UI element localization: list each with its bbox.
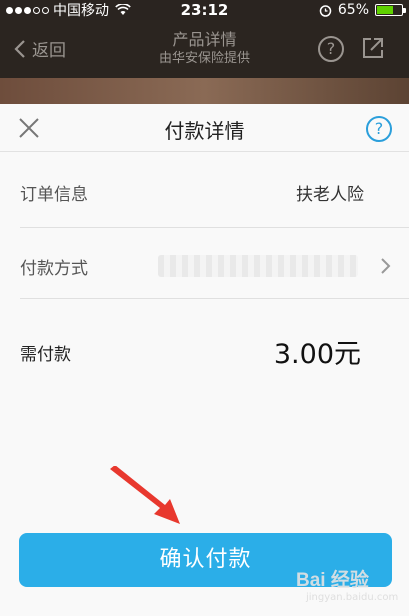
payment-method-label: 付款方式 (20, 259, 88, 279)
signal-strength-icon (6, 6, 49, 14)
wifi-icon (115, 4, 131, 15)
page-title: 产品详情 (172, 30, 237, 49)
nav-bar: 返回 产品详情 由华安保险提供 ? (0, 20, 409, 78)
share-icon[interactable] (361, 36, 385, 60)
alarm-icon (319, 4, 332, 17)
baidu-jingyan-watermark: Bai 经验 jingyan.baidu.com (296, 558, 406, 610)
sheet-title: 付款详情 (164, 119, 245, 143)
watermark-url: jingyan.baidu.com (306, 592, 399, 603)
amount-due-label: 需付款 (20, 345, 71, 365)
order-info-label: 订单信息 (20, 185, 88, 205)
payment-method-value-masked (158, 255, 358, 277)
carrier-name: 中国移动 (53, 3, 109, 19)
amount-due-value: 3.00元 (273, 339, 361, 370)
payment-details-sheet: 付款详情 ? 订单信息 扶老人险 付款方式 需付款 3.00元 确认付款 (0, 104, 409, 616)
battery-icon (375, 4, 406, 16)
help-icon[interactable]: ? (366, 116, 392, 142)
battery-percent: 65% (337, 2, 369, 18)
divider (20, 298, 409, 299)
nav-title-block: 产品详情 由华安保险提供 (0, 30, 409, 68)
product-banner (0, 78, 409, 104)
sheet-header: 付款详情 ? (0, 104, 409, 152)
red-arrow-annotation (110, 466, 180, 524)
help-icon[interactable]: ? (318, 36, 344, 62)
order-info-value: 扶老人险 (296, 185, 364, 205)
page-subtitle: 由华安保险提供 (158, 51, 250, 66)
status-bar: 中国移动 23:12 65% (0, 0, 409, 20)
divider (20, 227, 409, 228)
chevron-right-icon[interactable] (380, 257, 392, 275)
watermark-logo: Bai 经验 (296, 570, 369, 591)
